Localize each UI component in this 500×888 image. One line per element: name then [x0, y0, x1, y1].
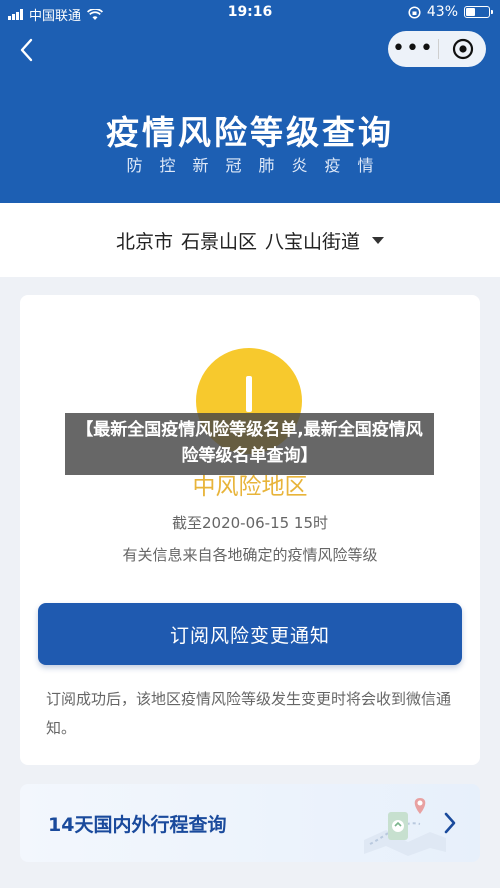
miniprogram-capsule: •••: [388, 31, 486, 67]
page-subtitle: 防控新冠肺炎疫情: [126, 156, 391, 175]
travel-history-label: 14天国内外行程查询: [48, 814, 227, 836]
location-street: 八宝山街道: [265, 230, 361, 253]
header: 中国联通 19:16 43% ••• 疫情风险等级查询 防控新冠肺炎疫情: [0, 0, 500, 203]
dropdown-caret-icon: [372, 236, 385, 244]
location-district: 石景山区: [180, 230, 257, 253]
exclamation-icon: [246, 376, 252, 412]
risk-card: 中风险地区 截至2020-06-15 15时 有关信息来自各地确定的疫情风险等级…: [20, 295, 480, 765]
page-title: 疫情风险等级查询: [106, 113, 394, 152]
back-icon[interactable]: [14, 34, 42, 66]
travel-history-card[interactable]: 14天国内外行程查询: [20, 784, 480, 862]
map-route-illustration: [364, 798, 446, 856]
close-miniprogram-icon[interactable]: [439, 38, 486, 60]
subscribe-button[interactable]: 订阅风险变更通知: [38, 603, 462, 665]
subscribe-note: 订阅成功后，该地区疫情风险等级发生变更时将会收到微信通知。: [46, 690, 452, 737]
location-city: 北京市: [115, 230, 173, 253]
location-selector[interactable]: 北京市 石景山区 八宝山街道: [0, 203, 500, 277]
more-icon[interactable]: •••: [388, 34, 438, 64]
rotation-lock-icon: [408, 5, 421, 19]
battery-percent: 43%: [426, 4, 458, 20]
chevron-right-icon: [444, 812, 456, 834]
battery-icon: [464, 6, 493, 18]
status-bar: 中国联通 19:16 43%: [0, 0, 500, 26]
caption-overlay: 【最新全国疫情风险等级名单,最新全国疫情风险等级名单查询】: [65, 413, 434, 475]
as-of-timestamp: 截至2020-06-15 15时: [171, 514, 329, 532]
source-note: 有关信息来自各地确定的疫情风险等级: [122, 546, 378, 564]
